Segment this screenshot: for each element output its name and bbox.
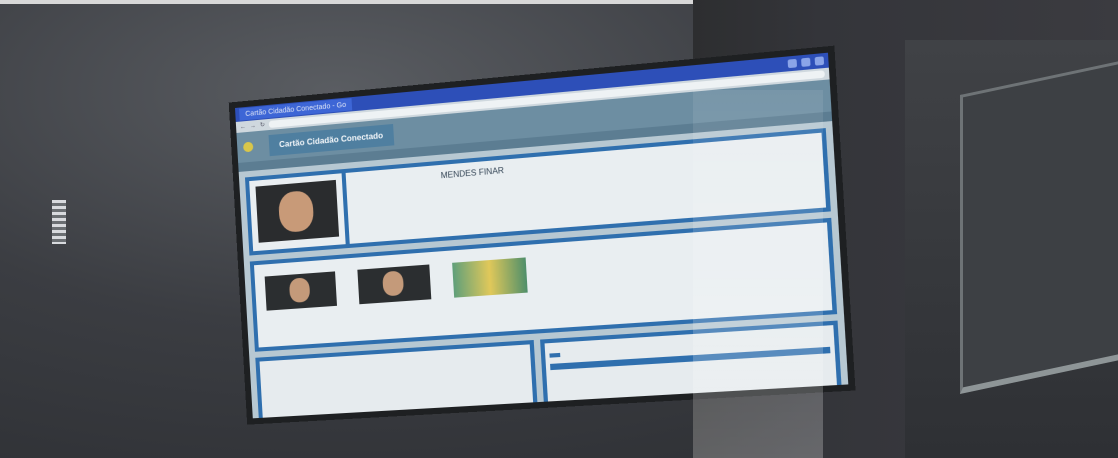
- minimize-icon[interactable]: [787, 58, 798, 69]
- panel-button[interactable]: [549, 352, 561, 358]
- profile-photo: [255, 179, 340, 243]
- maximize-icon[interactable]: [801, 57, 811, 67]
- relative-photo[interactable]: [452, 257, 528, 298]
- screen-glare: [693, 90, 823, 458]
- window-frame: [960, 60, 1118, 395]
- reload-icon[interactable]: ↻: [260, 121, 265, 128]
- close-icon[interactable]: [814, 56, 825, 66]
- relative-photo[interactable]: [264, 271, 338, 311]
- wall-sign: [52, 200, 66, 244]
- forward-icon[interactable]: →: [250, 123, 256, 130]
- bottom-left-label: [264, 349, 526, 366]
- relative-photo[interactable]: [357, 264, 432, 305]
- back-icon[interactable]: ←: [240, 124, 246, 131]
- app-logo: [242, 141, 254, 153]
